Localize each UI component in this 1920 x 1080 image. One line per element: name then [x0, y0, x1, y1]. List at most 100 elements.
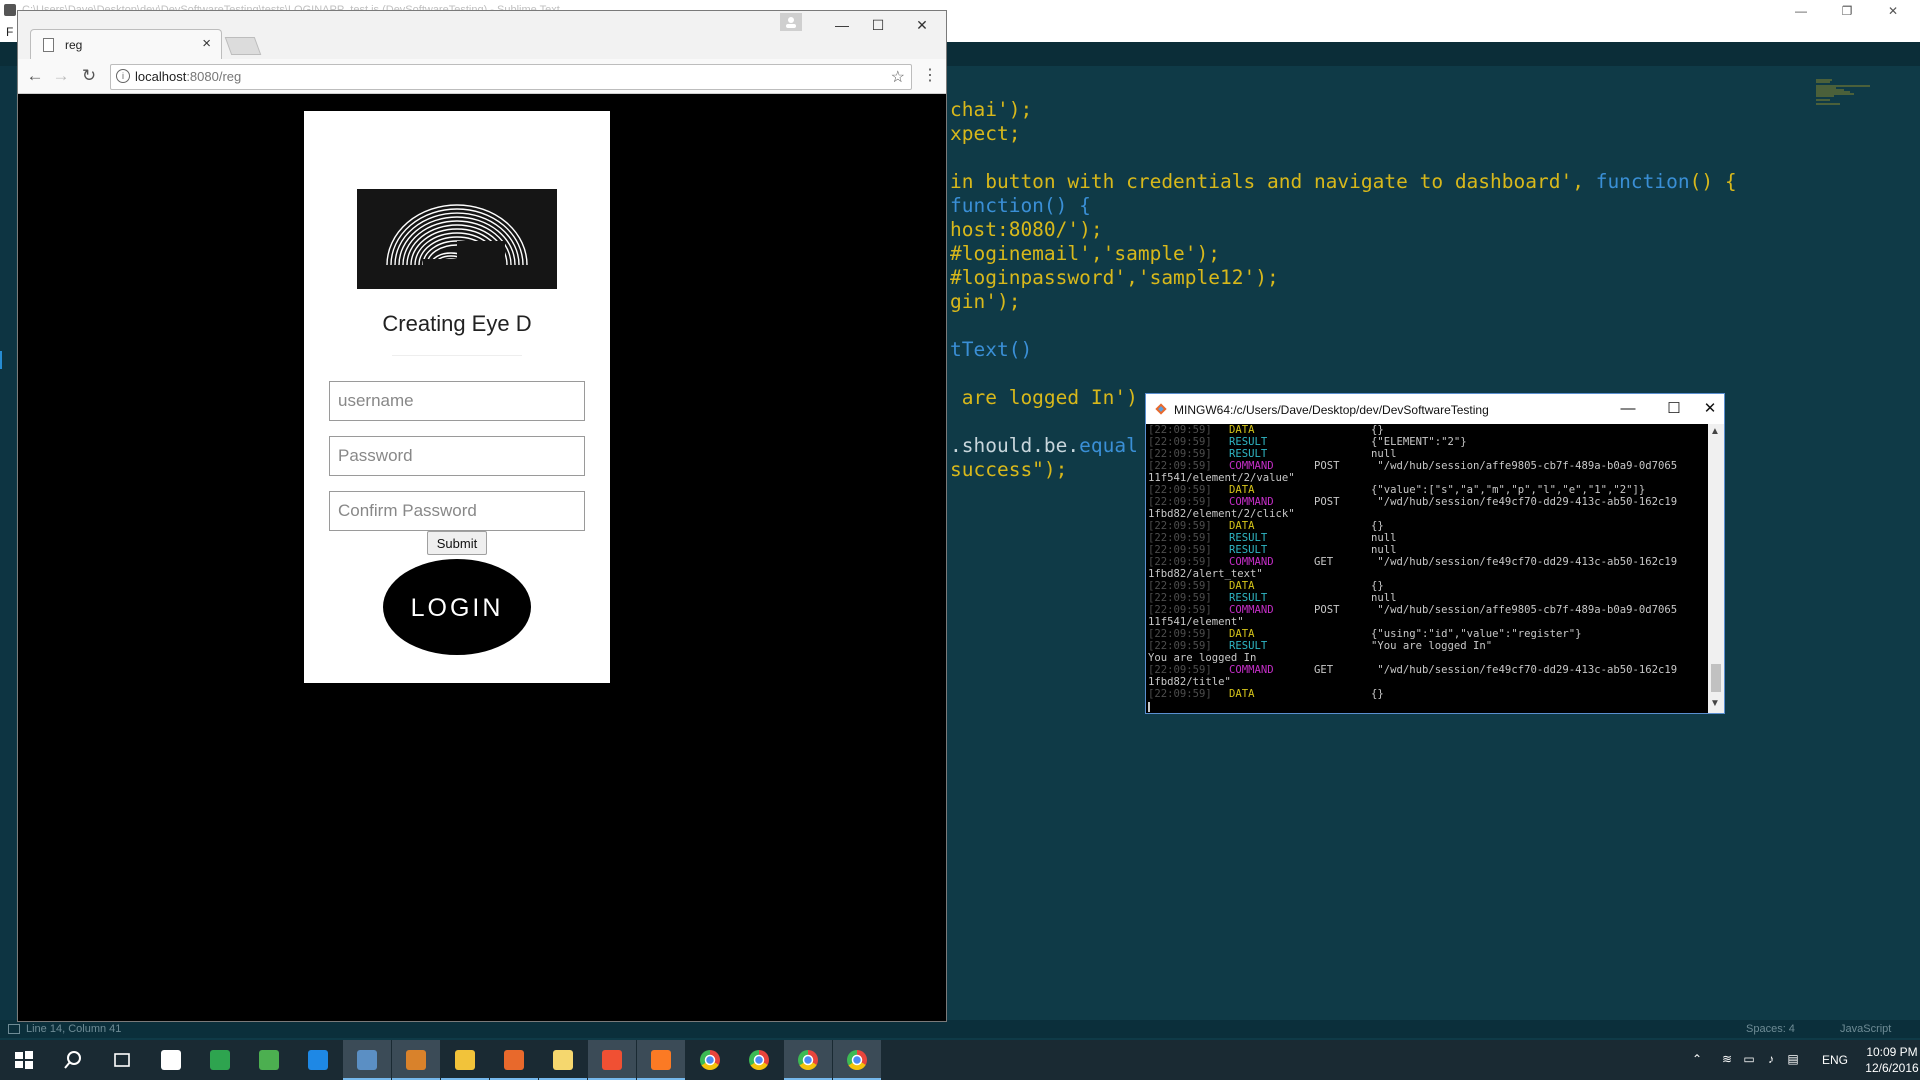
volume-icon[interactable]: ♪: [1764, 1052, 1778, 1066]
address-bar[interactable]: i localhost:8080/reg ☆: [110, 64, 912, 90]
log-value: {}: [1371, 424, 1384, 436]
editor-close-button[interactable]: ✕: [1878, 2, 1908, 20]
back-icon[interactable]: ←: [24, 65, 46, 87]
terminal-maximize-button[interactable]: ☐: [1654, 399, 1694, 419]
notepad-app-icon[interactable]: [196, 1040, 244, 1080]
url-text[interactable]: localhost:8080/reg: [135, 69, 241, 84]
code-line: function() {: [950, 194, 1091, 217]
chrome-icon-glyph: [798, 1050, 818, 1070]
terminal-line: [22:09:59] COMMAND POST "/wd/hub/session/f…: [1146, 496, 1708, 508]
wifi-icon[interactable]: ≋: [1720, 1052, 1734, 1066]
log-timestamp: [22:09:59]: [1148, 460, 1212, 472]
folder-icon-glyph: [553, 1050, 573, 1070]
task-view-icon[interactable]: [98, 1040, 146, 1080]
eye-logo: [357, 189, 557, 289]
log-type: DATA: [1229, 688, 1255, 700]
scroll-up-icon[interactable]: ▲: [1710, 426, 1720, 437]
log-timestamp: [22:09:59]: [1148, 556, 1212, 568]
editor-minimap[interactable]: [1810, 78, 1890, 118]
firefox-icon[interactable]: [490, 1040, 538, 1080]
log-value: "/wd/hub/session/fe49cf70-dd29-413c-ab50…: [1371, 664, 1678, 676]
code-line: #loginpassword','sample12');: [950, 266, 1279, 289]
log-type: COMMAND: [1229, 604, 1274, 616]
chrome-icon[interactable]: [833, 1040, 881, 1080]
clock-time[interactable]: 10:09 PM: [1862, 1045, 1920, 1059]
store-icon[interactable]: [147, 1040, 195, 1080]
log-timestamp: [22:09:59]: [1148, 628, 1212, 640]
language-indicator[interactable]: ENG: [1822, 1053, 1848, 1067]
menu-file[interactable]: F: [6, 25, 13, 39]
folder-icon[interactable]: [539, 1040, 587, 1080]
profile-icon[interactable]: [780, 13, 802, 31]
terminal-line: [22:09:59] RESULT "You are logged In": [1146, 640, 1708, 652]
notification-icon[interactable]: ▤: [1786, 1052, 1800, 1066]
log-timestamp: [22:09:59]: [1148, 496, 1212, 508]
panel-toggle-icon[interactable]: [8, 1024, 20, 1034]
tab-close-icon[interactable]: ×: [202, 35, 211, 53]
file-explorer-icon[interactable]: [441, 1040, 489, 1080]
terminal-minimize-button[interactable]: —: [1608, 399, 1648, 419]
chrome-close-button[interactable]: ✕: [902, 15, 942, 35]
git-icon[interactable]: [588, 1040, 636, 1080]
sublime-icon[interactable]: [392, 1040, 440, 1080]
chrome-icon[interactable]: [735, 1040, 783, 1080]
xampp-icon[interactable]: [637, 1040, 685, 1080]
clock-date[interactable]: 12/6/2016: [1862, 1061, 1920, 1075]
log-value: {"value":["s","a","m","p","l","e","1","2…: [1371, 484, 1646, 496]
submit-button[interactable]: Submit: [427, 531, 487, 555]
steam-icon[interactable]: [343, 1040, 391, 1080]
log-timestamp: [22:09:59]: [1148, 436, 1212, 448]
log-timestamp: [22:09:59]: [1148, 604, 1212, 616]
password-input[interactable]: [329, 436, 585, 476]
syntax-setting[interactable]: JavaScript: [1840, 1023, 1891, 1035]
scroll-thumb[interactable]: [1711, 664, 1721, 692]
terminal-line: [22:09:59] DATA {}: [1146, 424, 1708, 436]
code-line: xpect;: [950, 122, 1021, 145]
reload-icon[interactable]: ↻: [78, 65, 100, 87]
chevron-up-icon[interactable]: ⌃: [1690, 1052, 1704, 1066]
image-app-icon-glyph: [259, 1050, 279, 1070]
log-timestamp: [22:09:59]: [1148, 520, 1212, 532]
log-value: {"using":"id","value":"register"}: [1371, 628, 1582, 640]
log-type: DATA: [1229, 580, 1255, 592]
info-icon[interactable]: i: [116, 69, 130, 83]
page-icon: [43, 38, 54, 52]
gutter-marker: [0, 351, 2, 369]
confirm-password-input[interactable]: [329, 491, 585, 531]
log-timestamp: [22:09:59]: [1148, 448, 1212, 460]
terminal-text: 11f541/element": [1148, 616, 1244, 628]
scroll-down-icon[interactable]: ▼: [1710, 698, 1720, 709]
image-app-icon[interactable]: [245, 1040, 293, 1080]
search-icon-glyph: [63, 1050, 83, 1070]
start-button[interactable]: [0, 1040, 48, 1080]
username-input[interactable]: [329, 381, 585, 421]
terminal-scrollbar[interactable]: ▲ ▼: [1708, 424, 1724, 713]
chrome-maximize-button[interactable]: ☐: [858, 15, 898, 35]
login-button[interactable]: LOGIN: [383, 559, 531, 655]
log-timestamp: [22:09:59]: [1148, 640, 1212, 652]
battery-icon[interactable]: ▭: [1742, 1052, 1756, 1066]
chrome-menu-icon[interactable]: ⋮: [922, 67, 938, 85]
terminal-line: [22:09:59] COMMAND GET "/wd/hub/session/fe…: [1146, 556, 1708, 568]
editor-gutter: [0, 66, 16, 1026]
new-tab-button[interactable]: [224, 37, 262, 55]
search-icon[interactable]: [49, 1040, 97, 1080]
bookmark-star-icon[interactable]: ☆: [891, 67, 905, 87]
start-button-glyph: [14, 1050, 34, 1070]
chrome-minimize-button[interactable]: —: [822, 15, 862, 35]
browser-tab[interactable]: reg ×: [30, 29, 222, 60]
terminal-line: [22:09:59] RESULT null: [1146, 592, 1708, 604]
log-type: COMMAND: [1229, 460, 1274, 472]
forward-icon[interactable]: →: [50, 65, 72, 87]
indentation-setting[interactable]: Spaces: 4: [1746, 1023, 1795, 1035]
editor-minimize-button[interactable]: —: [1786, 2, 1816, 20]
terminal-close-button[interactable]: ✕: [1690, 399, 1730, 419]
editor-restore-button[interactable]: ❐: [1832, 2, 1862, 20]
log-type: COMMAND: [1229, 664, 1274, 676]
chrome-icon[interactable]: [784, 1040, 832, 1080]
edge-icon[interactable]: [294, 1040, 342, 1080]
log-value: "/wd/hub/session/affe9805-cb7f-489a-b0a9…: [1371, 460, 1678, 472]
terminal-output[interactable]: [22:09:59] DATA {} [22:09:59] RESULT {"ELEMEN…: [1146, 424, 1708, 713]
chrome-icon[interactable]: [686, 1040, 734, 1080]
